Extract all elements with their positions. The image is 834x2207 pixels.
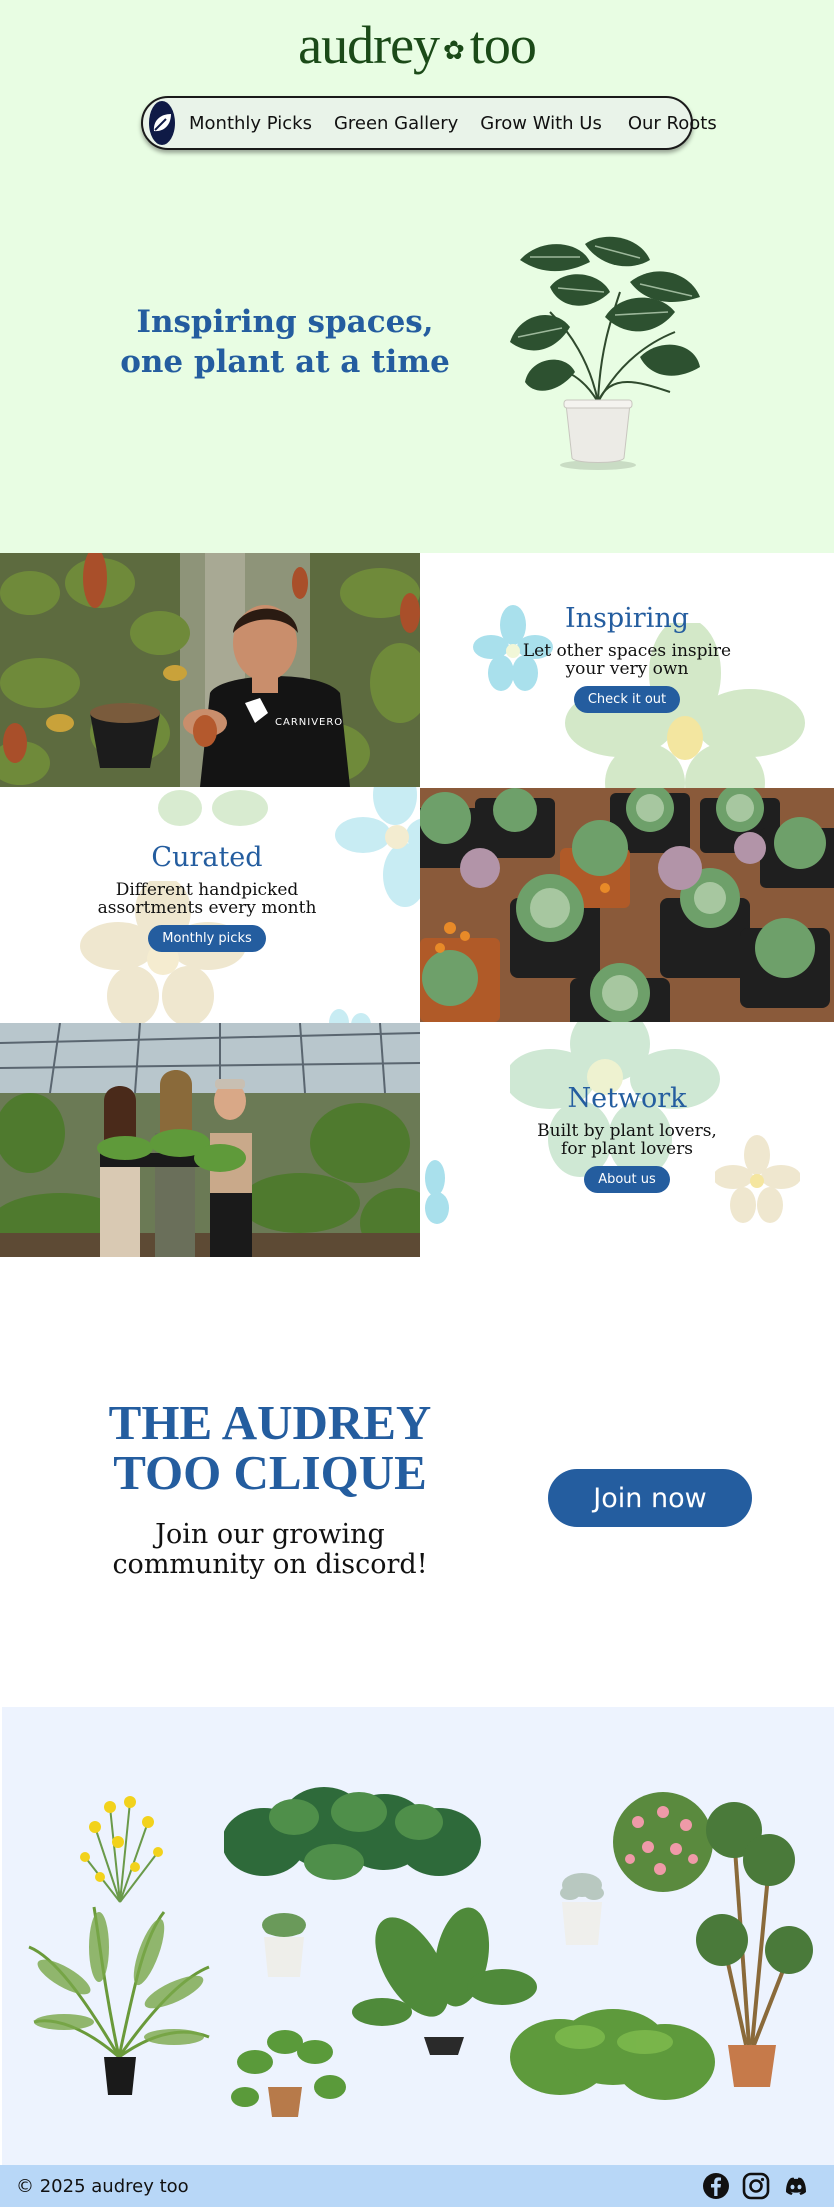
photo-greenhouse-group: [0, 1023, 420, 1257]
nav-link-our-roots[interactable]: Our Roots: [628, 113, 717, 134]
feature-text-curated-line2: assortments every month: [97, 898, 317, 918]
clique-subtitle-line1: Join our growing: [155, 1519, 385, 1550]
flower-logo-icon: ✿: [443, 35, 465, 65]
feature-text-network: Built by plant lovers, for plant lovers: [420, 1122, 834, 1158]
shirt-text: CARNIVERO: [275, 717, 343, 728]
logo-word-audrey: audrey: [298, 15, 440, 75]
boston-fern-image: [510, 2009, 715, 2100]
monthly-picks-button[interactable]: Monthly picks: [148, 925, 266, 952]
areca-palm-image: [28, 1906, 210, 2095]
join-now-button[interactable]: Join now: [548, 1469, 752, 1527]
instagram-icon[interactable]: [742, 2172, 770, 2200]
clique-subtitle: Join our growing community on discord!: [100, 1520, 440, 1580]
plant-gallery: [2, 1707, 834, 2165]
hero-title-line2: one plant at a time: [120, 344, 450, 380]
check-it-out-button[interactable]: Check it out: [573, 686, 681, 713]
site-footer: © 2025 audrey too: [0, 2165, 834, 2207]
feature-network: Network Built by plant lovers, for plant…: [420, 1083, 834, 1258]
clique-title-line2: TOO CLIQUE: [113, 1445, 427, 1500]
nav-link-grow-with-us[interactable]: Grow With Us: [480, 113, 602, 134]
feature-text-inspiring-line2: your very own: [565, 659, 689, 679]
echeveria-pot-image: [560, 1873, 604, 1945]
copyright-text: © 2025 audrey too: [16, 2175, 189, 2197]
feature-text-inspiring-line1: Let other spaces inspire: [522, 641, 732, 661]
pothos-plant-image: [231, 2030, 346, 2117]
feature-text-network-line1: Built by plant lovers,: [537, 1121, 717, 1141]
about-us-button[interactable]: About us: [584, 1166, 670, 1193]
site-logo[interactable]: audrey ✿ too: [0, 14, 834, 76]
feature-title-inspiring: Inspiring: [564, 603, 690, 634]
photo-succulents: [420, 788, 834, 1022]
yellow-flower-plant-image: [80, 1796, 163, 1903]
facebook-icon[interactable]: [702, 2172, 730, 2200]
nav-link-monthly-picks[interactable]: Monthly Picks: [189, 113, 312, 134]
hero-title: Inspiring spaces, one plant at a time: [100, 302, 470, 382]
clique-subtitle-line2: community on discord!: [112, 1549, 428, 1580]
feature-text-network-line2: for plant lovers: [561, 1139, 693, 1159]
main-nav: Monthly Picks Green Gallery Grow With Us…: [141, 96, 717, 150]
feature-text-inspiring: Let other spaces inspire your very own: [420, 642, 834, 678]
community-section: THE AUDREY TOO CLIQUE Join our growing c…: [0, 1258, 834, 1707]
feature-title-network: Network: [567, 1083, 687, 1114]
leaf-icon[interactable]: [149, 101, 175, 145]
nav-link-green-gallery[interactable]: Green Gallery: [334, 113, 458, 134]
clique-title: THE AUDREY TOO CLIQUE: [100, 1398, 440, 1498]
feature-text-curated-line1: Different handpicked: [115, 880, 299, 900]
features-grid: CARNIVERO Inspiring Let other spaces ins…: [0, 553, 834, 1258]
small-succulent-pot-image: [262, 1913, 306, 1977]
logo-word-too: too: [469, 15, 537, 75]
clique-title-line1: THE AUDREY: [108, 1395, 432, 1450]
feature-title-curated: Curated: [151, 842, 263, 873]
tropical-foliage-image: [224, 1787, 481, 1880]
hero-section: audrey ✿ too Monthly Picks Green Gallery G…: [0, 0, 834, 553]
photo-carnivorous-plant-grower: CARNIVERO: [0, 553, 420, 787]
monstera-plant-image: [510, 236, 700, 470]
feature-text-curated: Different handpicked assortments every m…: [0, 881, 414, 917]
hero-title-line1: Inspiring spaces,: [136, 304, 434, 340]
discord-icon[interactable]: [782, 2172, 810, 2200]
social-links: [702, 2172, 810, 2200]
